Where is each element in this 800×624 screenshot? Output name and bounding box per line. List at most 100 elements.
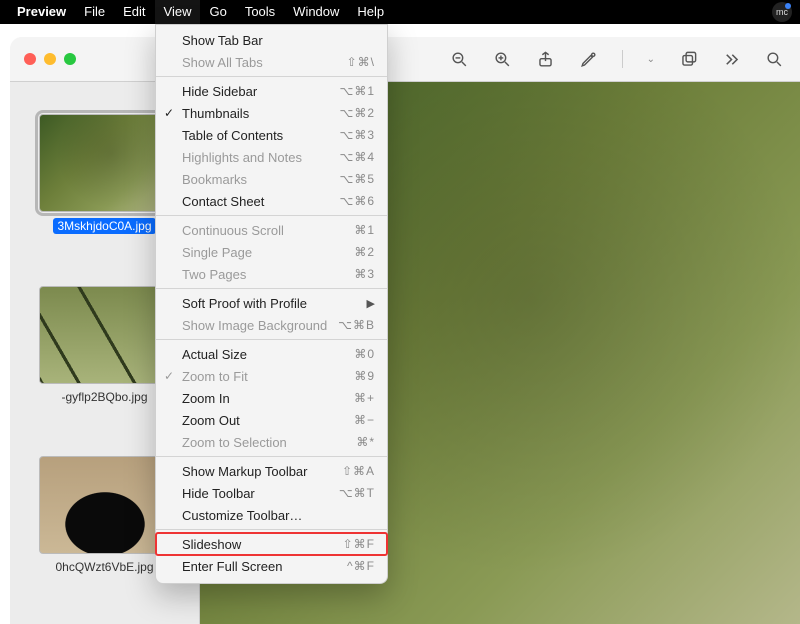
menu-item-contact-sheet[interactable]: Contact Sheet ⌥⌘6 [156,190,387,212]
menu-item-label: Single Page [182,245,252,260]
app-menu[interactable]: Preview [8,0,75,24]
menu-item-single-page: Single Page ⌘2 [156,241,387,263]
menu-item-label: Slideshow [182,537,241,552]
window-controls [10,53,90,65]
zoom-out-icon[interactable] [450,50,469,69]
share-icon[interactable] [536,50,555,69]
menu-item-label: Zoom to Fit [182,369,248,384]
check-icon: ✓ [164,106,174,120]
status-menu-icon[interactable]: mc [772,2,792,22]
menu-item-label: Show Image Background [182,318,327,333]
menu-shortcut: ⌘0 [354,347,375,361]
view-dropdown: Show Tab Bar Show All Tabs ⇧⌘\ Hide Sidebar… [155,24,388,584]
menu-item-label: Bookmarks [182,172,247,187]
menu-item-show-tab-bar[interactable]: Show Tab Bar [156,29,387,51]
menu-item-label: Contact Sheet [182,194,264,209]
menu-shortcut: ⌘1 [354,223,375,237]
zoom-in-icon[interactable] [493,50,512,69]
menu-item-label: Hide Toolbar [182,486,255,501]
window-menu[interactable]: Window [284,0,348,24]
rotate-icon[interactable] [679,50,698,69]
fullscreen-window-button[interactable] [64,53,76,65]
menu-item-hide-sidebar[interactable]: Hide Sidebar⌥⌘1 [156,80,387,102]
menu-shortcut: ⌘2 [354,245,375,259]
menu-item-slideshow[interactable]: Slideshow ⇧⌘F [156,533,387,555]
thumbnail-image [39,286,171,384]
menu-item-label: Continuous Scroll [182,223,284,238]
menu-item-actual-size[interactable]: Actual Size ⌘0 [156,343,387,365]
menu-item-label: Actual Size [182,347,247,362]
menu-shortcut: ⌥⌘3 [339,128,375,142]
chevron-right-icon: ▶ [367,297,375,310]
tools-menu[interactable]: Tools [236,0,284,24]
file-menu[interactable]: File [75,0,114,24]
chevron-down-icon[interactable]: ⌄ [647,54,655,65]
menu-item-show-markup-toolbar[interactable]: Show Markup Toolbar ⇧⌘A [156,460,387,482]
menu-shortcut: ⌥⌘5 [339,172,375,186]
menu-item-label: Highlights and Notes [182,150,302,165]
menu-shortcut: ⌘+ [354,391,375,405]
edit-menu[interactable]: Edit [114,0,154,24]
thumbnail-image [39,456,171,554]
menu-shortcut: ⌘9 [354,369,375,383]
help-menu[interactable]: Help [348,0,393,24]
menu-item-label: Customize Toolbar… [182,508,302,523]
menu-item-label: Zoom Out [182,413,240,428]
menu-item-zoom-in[interactable]: Zoom In ⌘+ [156,387,387,409]
menu-item-show-all-tabs: Show All Tabs ⇧⌘\ [156,51,387,73]
menu-item-continuous-scroll: Continuous Scroll ⌘1 [156,219,387,241]
menu-item-label: Show All Tabs [182,55,263,70]
menu-item-zoom-to-selection: Zoom to Selection ⌘* [156,431,387,453]
menu-shortcut: ⌥⌘T [339,486,375,500]
minimize-window-button[interactable] [44,53,56,65]
menu-item-thumbnails[interactable]: ✓Thumbnails⌥⌘2 [156,102,387,124]
menu-shortcut: ⇧⌘\ [347,55,375,69]
toolbar: ⌄ [450,50,800,69]
menu-item-two-pages: Two Pages ⌘3 [156,263,387,285]
check-icon: ✓ [164,369,174,383]
menu-shortcut: ⇧⌘A [342,464,375,478]
menu-item-soft-proof-with-profile[interactable]: Soft Proof with Profile ▶ [156,292,387,314]
menu-shortcut: ⇧⌘F [343,537,375,551]
menu-item-label: Zoom to Selection [182,435,287,450]
menu-shortcut: ⌥⌘B [338,318,375,332]
menu-item-label: Thumbnails [182,106,249,121]
menu-shortcut: ⌥⌘4 [339,150,375,164]
thumbnail-image [39,114,171,212]
preview-window: ages ⌄ 3MskhjdoC0A.jpg -gyflp2BQbo.jpg [10,37,800,624]
menu-item-bookmarks: Bookmarks ⌥⌘5 [156,168,387,190]
thumbnail-caption: 0hcQWzt6VbE.jpg [55,560,153,574]
menu-shortcut: ⌥⌘6 [339,194,375,208]
menu-item-show-image-background: Show Image Background ⌥⌘B [156,314,387,336]
menu-shortcut: ⌘* [356,435,375,449]
markup-icon[interactable] [579,50,598,69]
menu-item-label: Soft Proof with Profile [182,296,307,311]
close-window-button[interactable] [24,53,36,65]
thumbnail-caption: 3MskhjdoC0A.jpg [53,218,155,234]
menu-item-zoom-to-fit: ✓ Zoom to Fit ⌘9 [156,365,387,387]
menu-item-label: Hide Sidebar [182,84,257,99]
toolbar-separator [622,50,623,68]
menu-item-label: Table of Contents [182,128,283,143]
menu-item-zoom-out[interactable]: Zoom Out ⌘− [156,409,387,431]
menu-item-label: Two Pages [182,267,246,282]
go-menu[interactable]: Go [200,0,235,24]
more-icon[interactable] [722,50,741,69]
menu-item-label: Show Tab Bar [182,33,263,48]
thumbnail-caption: -gyflp2BQbo.jpg [61,390,147,404]
menu-item-highlights-and-notes: Highlights and Notes ⌥⌘4 [156,146,387,168]
search-icon[interactable] [765,50,784,69]
menu-shortcut: ^⌘F [347,559,375,573]
menu-item-table-of-contents[interactable]: Table of Contents ⌥⌘3 [156,124,387,146]
system-menubar: Preview File Edit View Go Tools Window H… [0,0,800,24]
menu-item-label: Zoom In [182,391,230,406]
menu-item-label: Enter Full Screen [182,559,282,574]
menu-shortcut: ⌘3 [354,267,375,281]
titlebar: ages ⌄ [10,37,800,82]
menu-item-enter-full-screen[interactable]: Enter Full Screen ^⌘F [156,555,387,577]
menu-shortcut: ⌘− [354,413,375,427]
menu-item-label: Show Markup Toolbar [182,464,308,479]
menu-item-hide-toolbar[interactable]: Hide Toolbar ⌥⌘T [156,482,387,504]
view-menu[interactable]: View [155,0,201,24]
menu-item-customize-toolbar[interactable]: Customize Toolbar… [156,504,387,526]
